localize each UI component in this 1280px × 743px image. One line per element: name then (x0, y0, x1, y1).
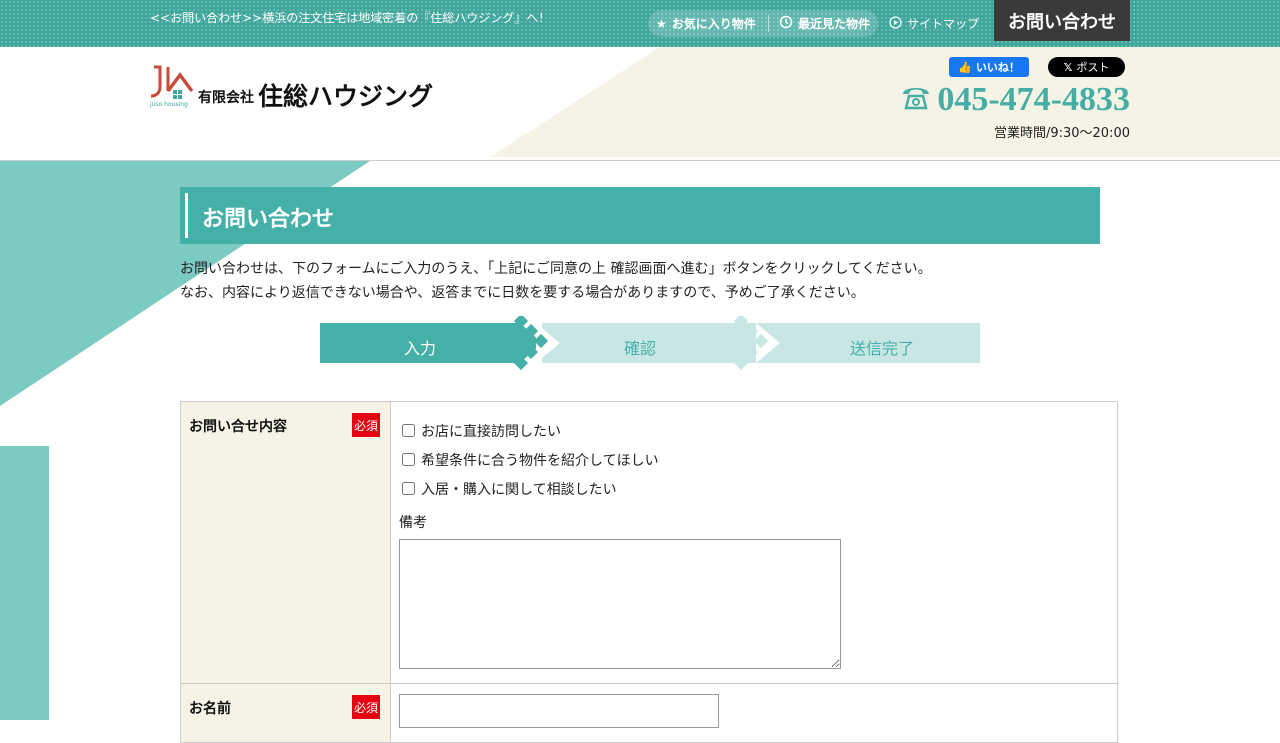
name-label-cell: お名前 必須 (181, 684, 391, 742)
star-icon: ★ (656, 16, 667, 31)
play-circle-icon (889, 15, 902, 32)
contact-button[interactable]: お問い合わせ (994, 0, 1130, 41)
option-consult-label: 入居・購入に関して相談したい (421, 481, 617, 498)
required-badge: 必須 (352, 695, 380, 719)
name-input[interactable] (399, 694, 719, 728)
recent-label: 最近見た物件 (798, 17, 871, 31)
contact-form: お問い合せ内容 必須 お店に直接訪問したい 希望条件に合う物件を紹介してほしい … (180, 401, 1118, 743)
company-prefix: 有限会社 (198, 90, 254, 106)
fb-like-label: いいね！ (975, 61, 1020, 74)
option-visit-store-label: お店に直接訪問したい (421, 423, 561, 440)
inquiry-value-cell: お店に直接訪問したい 希望条件に合う物件を紹介してほしい 入居・購入に関して相談… (391, 402, 1117, 683)
step-input-label: 入力 (404, 339, 437, 358)
site-logo[interactable]: juso housing 有限会社 住総ハウジング (150, 65, 433, 109)
x-post-button[interactable]: 𝕏 ポスト (1048, 57, 1125, 77)
sitemap-label: サイトマップ (907, 17, 980, 31)
progress-steps: 入力 確認 送信完了 (320, 316, 980, 372)
facebook-like-button[interactable]: 👍 いいね！ (949, 57, 1029, 77)
x-logo-icon: 𝕏 (1063, 60, 1073, 74)
name-label: お名前 (189, 701, 231, 717)
favorites-label: お気に入り物件 (671, 17, 756, 31)
company-name: 住総ハウジング (258, 82, 434, 111)
favorites-link[interactable]: ★ お気に入り物件 (656, 15, 756, 32)
option-consult[interactable]: 入居・購入に関して相談したい (399, 474, 1109, 503)
inquiry-label: お問い合せ内容 (189, 419, 287, 435)
phone-number[interactable]: 045-474-4833 (900, 81, 1130, 119)
telephone-icon (901, 81, 931, 119)
history-icon (779, 15, 793, 32)
form-row-name: お名前 必須 (181, 684, 1117, 742)
background-teal-bar (0, 446, 49, 720)
page-title-bar: お問い合わせ (180, 187, 1100, 244)
intro-line-1: お問い合わせは、下のフォームにご入力のうえ、「上記にご同意の上 確認画面へ進む」… (180, 261, 932, 277)
name-value-cell (391, 684, 1117, 742)
site-tagline: <<お問い合わせ>>横浜の注文住宅は地域密着の『住総ハウジング』へ！ (150, 11, 551, 25)
thumbs-up-icon: 👍 (958, 60, 972, 74)
intro-line-2: なお、内容により返信できない場合や、返答までに日数を要する場合がありますので、予… (180, 285, 865, 301)
option-introduce-property-checkbox[interactable] (402, 453, 415, 466)
logo-mark-text: juso housing (150, 101, 188, 108)
notes-textarea[interactable] (399, 539, 841, 669)
intro-text: お問い合わせは、下のフォームにご入力のうえ、「上記にご同意の上 確認画面へ進む」… (180, 257, 932, 305)
step-confirm-label: 確認 (624, 339, 657, 358)
page-title: お問い合わせ (202, 207, 335, 232)
top-bar: <<お問い合わせ>>横浜の注文住宅は地域密着の『住総ハウジング』へ！ ★ お気に… (0, 0, 1280, 47)
site-header: juso housing 有限会社 住総ハウジング 👍 いいね！ 𝕏 ポスト 0… (0, 47, 1280, 161)
phone-text: 045-474-4833 (937, 81, 1130, 118)
top-link-divider (768, 15, 769, 32)
step-complete-label: 送信完了 (850, 339, 915, 358)
required-badge: 必須 (352, 413, 380, 437)
option-visit-store[interactable]: お店に直接訪問したい (399, 416, 1109, 445)
business-hours: 営業時間/9:30～20:00 (993, 126, 1130, 141)
option-introduce-property-label: 希望条件に合う物件を紹介してほしい (421, 452, 659, 469)
form-row-inquiry: お問い合せ内容 必須 お店に直接訪問したい 希望条件に合う物件を紹介してほしい … (181, 402, 1117, 684)
logo-mark: juso housing (150, 65, 194, 109)
option-visit-store-checkbox[interactable] (402, 424, 415, 437)
recent-properties-link[interactable]: 最近見た物件 (779, 15, 870, 32)
notes-label: 備考 (399, 515, 427, 531)
option-introduce-property[interactable]: 希望条件に合う物件を紹介してほしい (399, 445, 1109, 474)
sitemap-link[interactable]: サイトマップ (889, 15, 979, 32)
inquiry-label-cell: お問い合せ内容 必須 (181, 402, 391, 683)
option-consult-checkbox[interactable] (402, 482, 415, 495)
x-post-label: ポスト (1076, 61, 1110, 74)
